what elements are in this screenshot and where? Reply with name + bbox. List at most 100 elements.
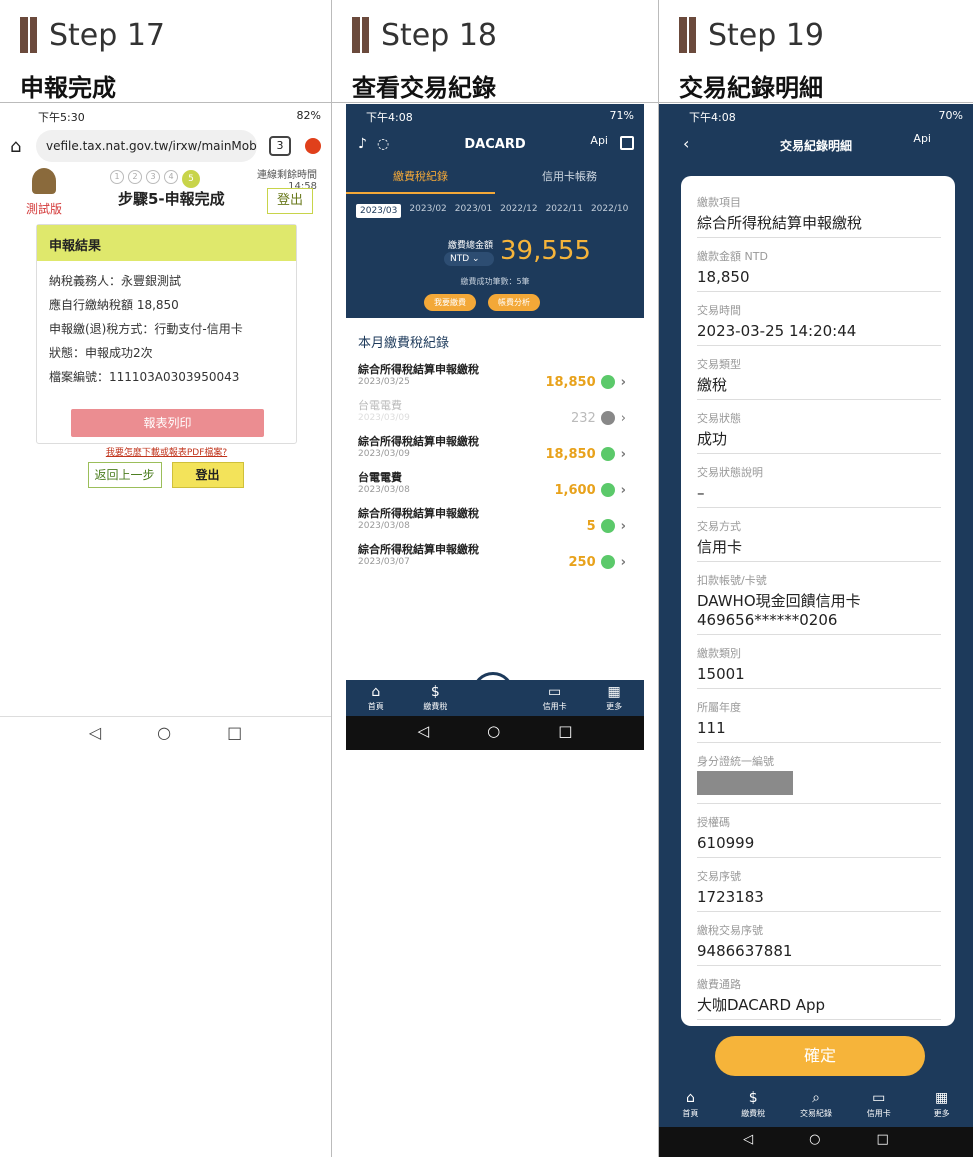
- month-chip[interactable]: 2022/11: [546, 204, 583, 218]
- detail-field: 交易方式 信用卡: [697, 518, 941, 562]
- recents-nav-icon[interactable]: □: [227, 723, 242, 752]
- back-nav-icon[interactable]: ◁: [418, 722, 430, 750]
- home-icon[interactable]: ⌂: [10, 136, 36, 157]
- record-amount-group: 18,850 ›: [545, 369, 626, 395]
- tab-tax-records[interactable]: 繳費稅紀錄: [346, 162, 495, 194]
- battery-level: 82%: [296, 109, 321, 122]
- status-time: 下午5:30: [38, 111, 85, 124]
- detail-field: 所屬年度 111: [697, 699, 941, 743]
- record-amount-group: 250 ›: [569, 549, 627, 575]
- record-info: 台電電費 2023/03/09: [358, 397, 410, 431]
- recents-nav-icon[interactable]: □: [877, 1132, 889, 1157]
- bottom-nav: ⌂ 首頁 $ 繳費稅 ▭ 信用卡 ▦ 更多: [346, 680, 644, 718]
- confirm-button[interactable]: 確定: [715, 1036, 925, 1076]
- month-chip[interactable]: 2023/02: [409, 204, 446, 218]
- nav-card[interactable]: ▭ 信用卡: [535, 683, 575, 718]
- home-icon: ⌂: [685, 1090, 695, 1106]
- record-date: 2023/03/09: [358, 413, 410, 423]
- nav-label: 交易紀錄: [799, 1109, 832, 1118]
- home-nav-icon[interactable]: ○: [157, 723, 171, 752]
- record-row[interactable]: 台電電費 2023/03/09 232 ›: [346, 397, 644, 431]
- detail-field: 扣款帳號/卡號 DAWHO現金回饋信用卡 469656******0206: [697, 572, 941, 635]
- detail-field: 繳費通路 大咖DACARD App: [697, 976, 941, 1020]
- record-amount-group: 1,600 ›: [555, 477, 626, 503]
- action-pills: 我要繳費 帳費分析: [424, 294, 540, 311]
- record-row[interactable]: 綜合所得稅結算申報繳稅 2023/03/09 18,850 ›: [346, 433, 644, 467]
- home-nav-icon[interactable]: ○: [487, 722, 500, 750]
- dollar-icon: $: [748, 1090, 758, 1106]
- step-19-panel: Step 19 交易紀錄明細 下午4:08 70% ‹ 交易紀錄明細 Api 繳…: [659, 0, 973, 1157]
- record-row[interactable]: 綜合所得稅結算申報繳稅 2023/03/07 250 ›: [346, 541, 644, 575]
- step-bar-icon: [679, 17, 687, 53]
- step-18-panel: Step 18 查看交易紀錄 下午4:08 71% ♪ ◌ DACARD Api…: [332, 0, 659, 1157]
- nav-tax[interactable]: $ 繳費稅: [415, 683, 455, 718]
- field-label: 所屬年度: [697, 701, 741, 714]
- success-check-icon: [600, 519, 615, 533]
- month-chip[interactable]: 2022/10: [591, 204, 628, 218]
- logout-button[interactable]: 登出: [171, 462, 244, 488]
- record-date: 2023/03/08: [358, 485, 410, 495]
- nav-home[interactable]: ⌂ 首頁: [356, 683, 396, 718]
- step-17-header: Step 17 申報完成: [0, 0, 331, 103]
- android-nav-bar: ◁ ○ □: [659, 1127, 973, 1157]
- record-row[interactable]: 綜合所得稅結算申報繳稅 2023/03/25 18,850 ›: [346, 361, 644, 395]
- card-icon: ▭: [872, 1090, 886, 1106]
- record-name: 台電電費: [358, 399, 402, 412]
- browser-menu-icon[interactable]: [305, 138, 321, 154]
- nav-more[interactable]: ▦ 更多: [594, 683, 634, 718]
- pdf-download-link[interactable]: 我要怎麼下載或報表PDF檔案?: [37, 445, 296, 458]
- detail-field: 繳款類別 15001: [697, 645, 941, 689]
- field-value: 469656******0206: [697, 611, 838, 629]
- tutorial-canvas: Step 17 申報完成 下午5:30 82% ⌂ vefile.tax.nat…: [0, 0, 973, 1157]
- nav-home[interactable]: ⌂ 首頁: [670, 1088, 710, 1132]
- back-nav-icon[interactable]: ◁: [743, 1132, 753, 1157]
- currency-select[interactable]: NTD ⌄: [444, 252, 494, 266]
- back-button[interactable]: 返回上一步: [87, 462, 162, 488]
- record-amount: 5: [586, 518, 596, 534]
- month-chip[interactable]: 2023/03: [356, 204, 402, 218]
- detail-field: 繳款金額 NTD 18,850: [697, 248, 941, 292]
- logout-top-button[interactable]: 登出: [267, 188, 313, 214]
- analysis-button[interactable]: 帳費分析: [488, 294, 540, 311]
- field-value: 610999: [697, 834, 755, 852]
- step-subtitle: 申報完成: [20, 74, 116, 102]
- url-input[interactable]: vefile.tax.nat.gov.tw/irxw/mainMob: [36, 130, 257, 162]
- field-value: 9486637881: [697, 942, 793, 960]
- tab-card-account[interactable]: 信用卡帳務: [495, 162, 644, 194]
- field-value: 成功: [697, 430, 728, 448]
- nav-tax[interactable]: $ 繳費稅: [733, 1088, 773, 1132]
- field-label: 交易序號: [697, 870, 741, 883]
- field-label: 交易時間: [697, 304, 741, 317]
- record-row[interactable]: 台電電費 2023/03/08 1,600 ›: [346, 469, 644, 503]
- result-line: 檔案編號：111103A0303950043: [49, 370, 240, 384]
- nav-transactions[interactable]: ⌕ 交易紀錄: [796, 1088, 836, 1132]
- record-name: 綜合所得稅結算申報繳稅: [358, 435, 479, 448]
- tabs-count-button[interactable]: 3: [269, 136, 291, 156]
- field-value: DAWHO現金回饋信用卡: [697, 592, 861, 610]
- scan-icon[interactable]: [620, 136, 634, 150]
- step-label: Step 17: [49, 17, 166, 53]
- recents-nav-icon[interactable]: □: [558, 722, 572, 750]
- card-icon: ▭: [547, 684, 562, 700]
- field-label: 交易類型: [697, 358, 741, 371]
- field-label: 交易狀態說明: [697, 466, 763, 479]
- home-nav-icon[interactable]: ○: [809, 1132, 820, 1157]
- pay-button[interactable]: 我要繳費: [424, 294, 476, 311]
- nav-card[interactable]: ▭ 信用卡: [859, 1088, 899, 1132]
- nav-label: 繳費稅: [741, 1109, 766, 1118]
- nav-more[interactable]: ▦ 更多: [922, 1088, 962, 1132]
- month-chip[interactable]: 2023/01: [455, 204, 492, 218]
- summary-panel: 2023/03 2023/02 2023/01 2022/12 2022/11 …: [346, 194, 644, 318]
- field-value: 信用卡: [697, 538, 743, 556]
- detail-header: ‹ 交易紀錄明細 Api: [659, 126, 973, 162]
- month-chip[interactable]: 2022/12: [500, 204, 537, 218]
- record-info: 綜合所得稅結算申報繳稅 2023/03/07: [358, 541, 479, 575]
- step-dot: 2: [128, 170, 142, 184]
- dollar-icon: $: [430, 684, 440, 700]
- back-nav-icon[interactable]: ◁: [89, 723, 101, 752]
- print-report-button[interactable]: 報表列印: [71, 409, 264, 437]
- detail-field: 交易狀態 成功: [697, 410, 941, 454]
- record-row[interactable]: 綜合所得稅結算申報繳稅 2023/03/08 5 ›: [346, 505, 644, 539]
- step-bar-icon: [352, 17, 360, 53]
- record-info: 綜合所得稅結算申報繳稅 2023/03/09: [358, 433, 479, 467]
